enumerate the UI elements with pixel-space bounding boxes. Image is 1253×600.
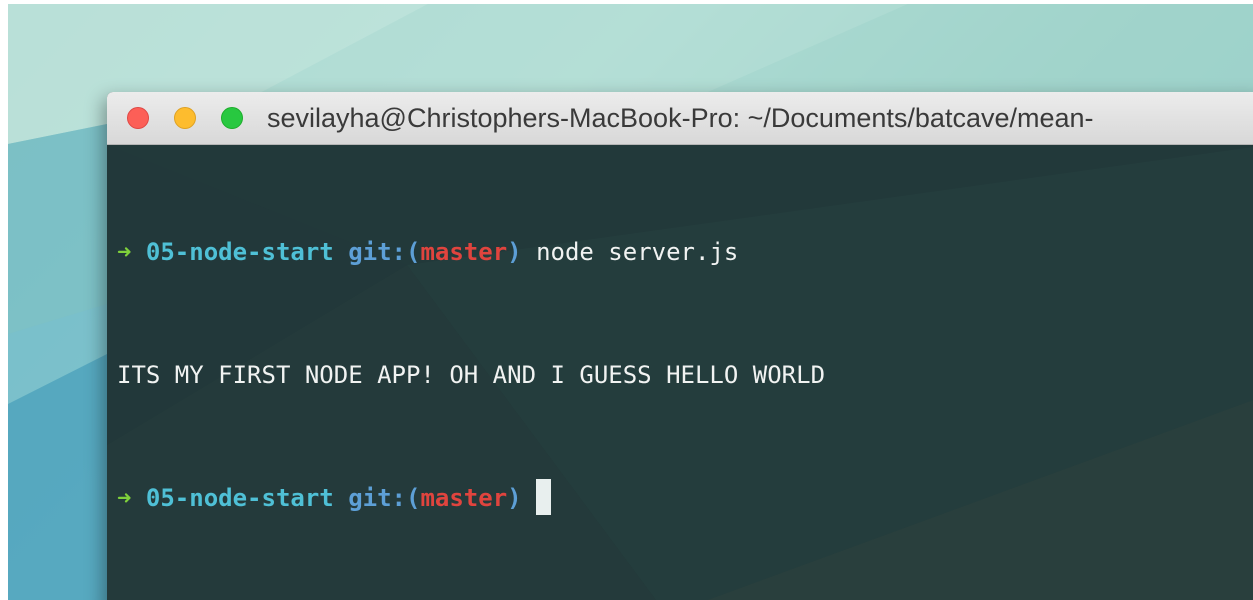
desktop-background: sevilayha@Christophers-MacBook-Pro: ~/Do… <box>8 4 1253 600</box>
git-label: git: <box>348 238 406 266</box>
paren-close: ) <box>507 484 522 512</box>
prompt-line: ➜ 05-node-start git:(master) node server… <box>117 232 1253 273</box>
paren-open: ( <box>406 238 421 266</box>
git-branch: master <box>420 484 508 512</box>
git-branch: master <box>420 238 508 266</box>
window-title: sevilayha@Christophers-MacBook-Pro: ~/Do… <box>267 103 1094 133</box>
prompt-arrow-icon: ➜ <box>117 484 132 512</box>
git-label: git: <box>348 484 406 512</box>
prompt-directory: 05-node-start <box>145 238 334 266</box>
title-bar[interactable]: sevilayha@Christophers-MacBook-Pro: ~/Do… <box>107 92 1253 145</box>
paren-close: ) <box>507 238 522 266</box>
prompt-directory: 05-node-start <box>145 484 334 512</box>
close-button[interactable] <box>127 107 149 129</box>
minimize-button[interactable] <box>174 107 196 129</box>
paren-open: ( <box>406 484 421 512</box>
terminal-content[interactable]: ➜ 05-node-start git:(master) node server… <box>117 150 1253 600</box>
output-text: ITS MY FIRST NODE APP! OH AND I GUESS HE… <box>117 361 826 389</box>
output-line: ITS MY FIRST NODE APP! OH AND I GUESS HE… <box>117 355 1253 396</box>
text-cursor[interactable] <box>536 479 552 515</box>
prompt-line[interactable]: ➜ 05-node-start git:(master) <box>117 478 1253 519</box>
terminal-window[interactable]: sevilayha@Christophers-MacBook-Pro: ~/Do… <box>107 92 1253 600</box>
zoom-button[interactable] <box>221 107 243 129</box>
prompt-arrow-icon: ➜ <box>117 238 132 266</box>
command-text: node server.js <box>536 238 739 266</box>
